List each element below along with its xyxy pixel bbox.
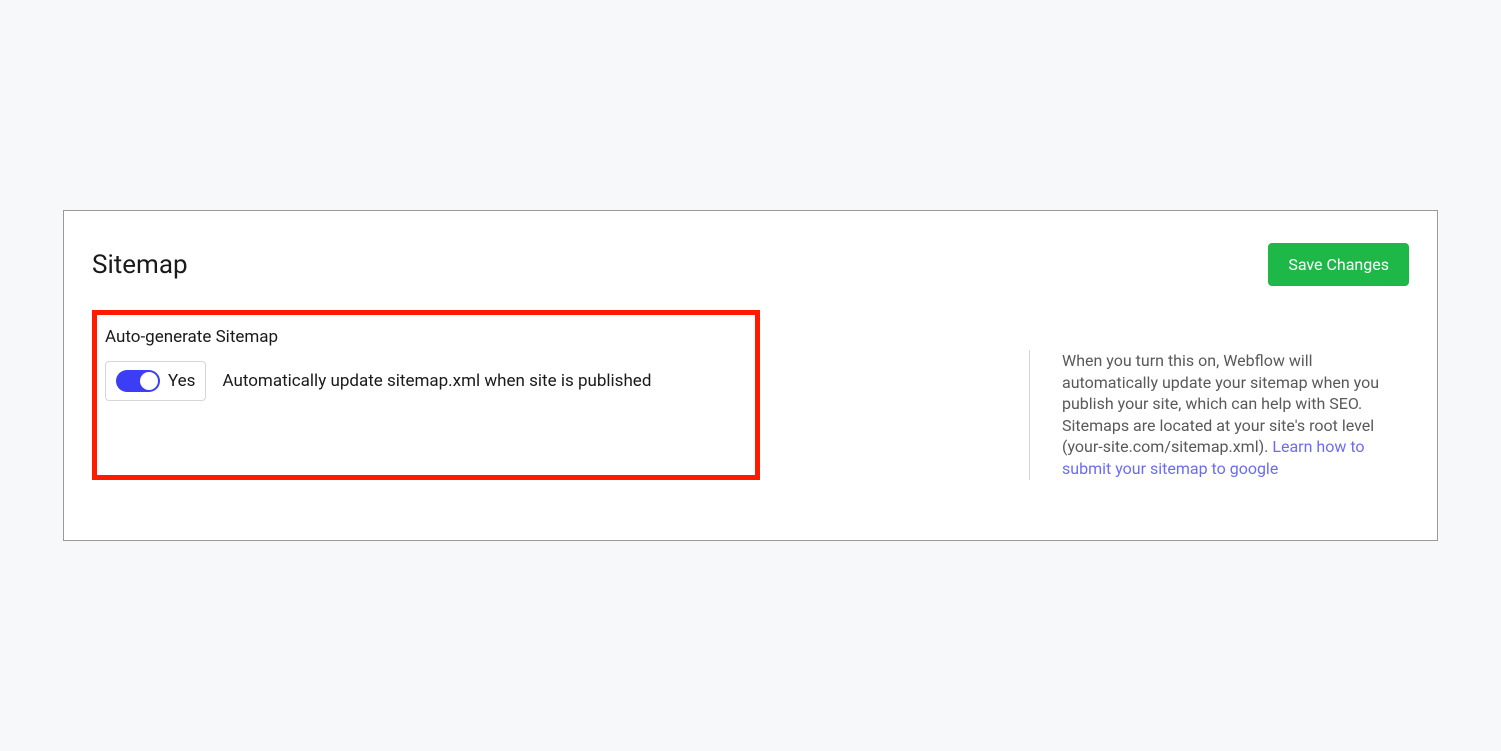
setting-label: Auto-generate Sitemap [105,327,747,347]
info-paragraph: When you turn this on, Webflow will auto… [1062,350,1409,480]
setting-description: Automatically update sitemap.xml when si… [222,371,651,391]
toggle-knob [140,372,158,390]
sitemap-panel: Sitemap Save Changes Auto-generate Sitem… [63,210,1438,541]
toggle-row: Yes Automatically update sitemap.xml whe… [105,361,747,401]
toggle-wrap: Yes [105,361,206,401]
toggle-state-label: Yes [168,371,195,391]
panel-title: Sitemap [92,250,188,280]
panel-header: Sitemap Save Changes [92,243,1409,286]
auto-generate-highlight: Auto-generate Sitemap Yes Automatically … [92,310,760,480]
content-row: Auto-generate Sitemap Yes Automatically … [92,310,1409,480]
auto-generate-toggle[interactable] [116,370,160,392]
info-column: When you turn this on, Webflow will auto… [1029,350,1409,480]
save-changes-button[interactable]: Save Changes [1268,243,1409,286]
